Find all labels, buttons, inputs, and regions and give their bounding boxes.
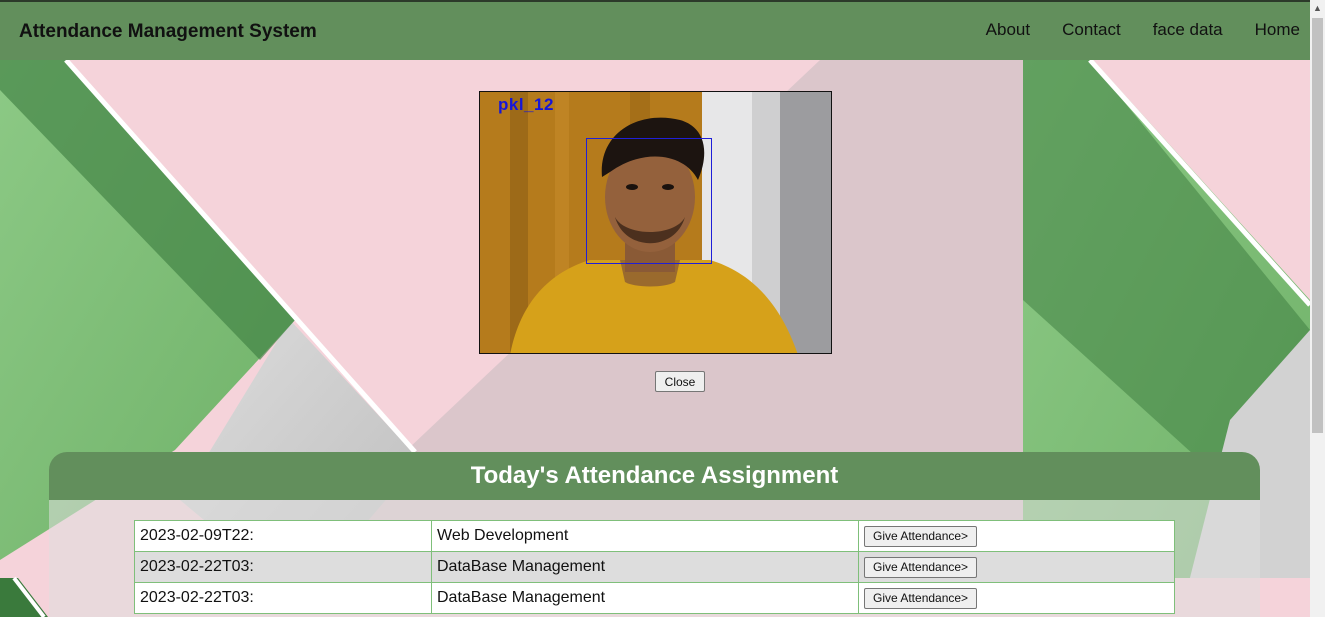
face-bounding-box xyxy=(586,138,712,264)
nav-links: About Contact face data Home xyxy=(986,20,1310,40)
date-cell: 2023-02-09T22: xyxy=(134,520,432,552)
date-cell: 2023-02-22T03: xyxy=(134,551,432,583)
table-row: 2023-02-22T03: DataBase Management Give … xyxy=(134,551,1175,583)
action-cell: Give Attendance> xyxy=(858,582,1175,614)
face-recognition-label: pkl_12 xyxy=(498,95,554,114)
attendance-panel-header: Today's Attendance Assignment xyxy=(49,452,1260,500)
nav-link-contact[interactable]: Contact xyxy=(1062,20,1121,40)
subject-cell: Web Development xyxy=(431,520,859,552)
subject-cell: DataBase Management xyxy=(431,582,859,614)
attendance-panel-title: Today's Attendance Assignment xyxy=(470,462,839,489)
table-row: 2023-02-09T22: Web Development Give Atte… xyxy=(134,520,1175,552)
give-attendance-button[interactable]: Give Attendance> xyxy=(864,587,978,609)
action-cell: Give Attendance> xyxy=(858,520,1175,552)
camera-feed: pkl_12 xyxy=(479,91,832,354)
nav-link-about[interactable]: About xyxy=(986,20,1030,40)
date-cell: 2023-02-22T03: xyxy=(134,582,432,614)
scroll-up-arrow-icon[interactable]: ▲ xyxy=(1310,0,1325,16)
top-navbar: Attendance Management System About Conta… xyxy=(0,0,1310,60)
close-camera-button[interactable]: Close xyxy=(655,371,705,392)
nav-link-home[interactable]: Home xyxy=(1255,20,1300,40)
give-attendance-button[interactable]: Give Attendance> xyxy=(864,525,978,547)
vertical-scrollbar[interactable]: ▲ xyxy=(1310,0,1325,617)
attendance-panel-body: 2023-02-09T22: Web Development Give Atte… xyxy=(49,500,1260,617)
table-row: 2023-02-22T03: DataBase Management Give … xyxy=(134,582,1175,614)
attendance-table: 2023-02-09T22: Web Development Give Atte… xyxy=(134,520,1175,614)
nav-link-face-data[interactable]: face data xyxy=(1153,20,1223,40)
give-attendance-button[interactable]: Give Attendance> xyxy=(864,556,978,578)
scrollbar-thumb[interactable] xyxy=(1312,18,1323,433)
app-title: Attendance Management System xyxy=(19,21,317,42)
subject-cell: DataBase Management xyxy=(431,551,859,583)
action-cell: Give Attendance> xyxy=(858,551,1175,583)
